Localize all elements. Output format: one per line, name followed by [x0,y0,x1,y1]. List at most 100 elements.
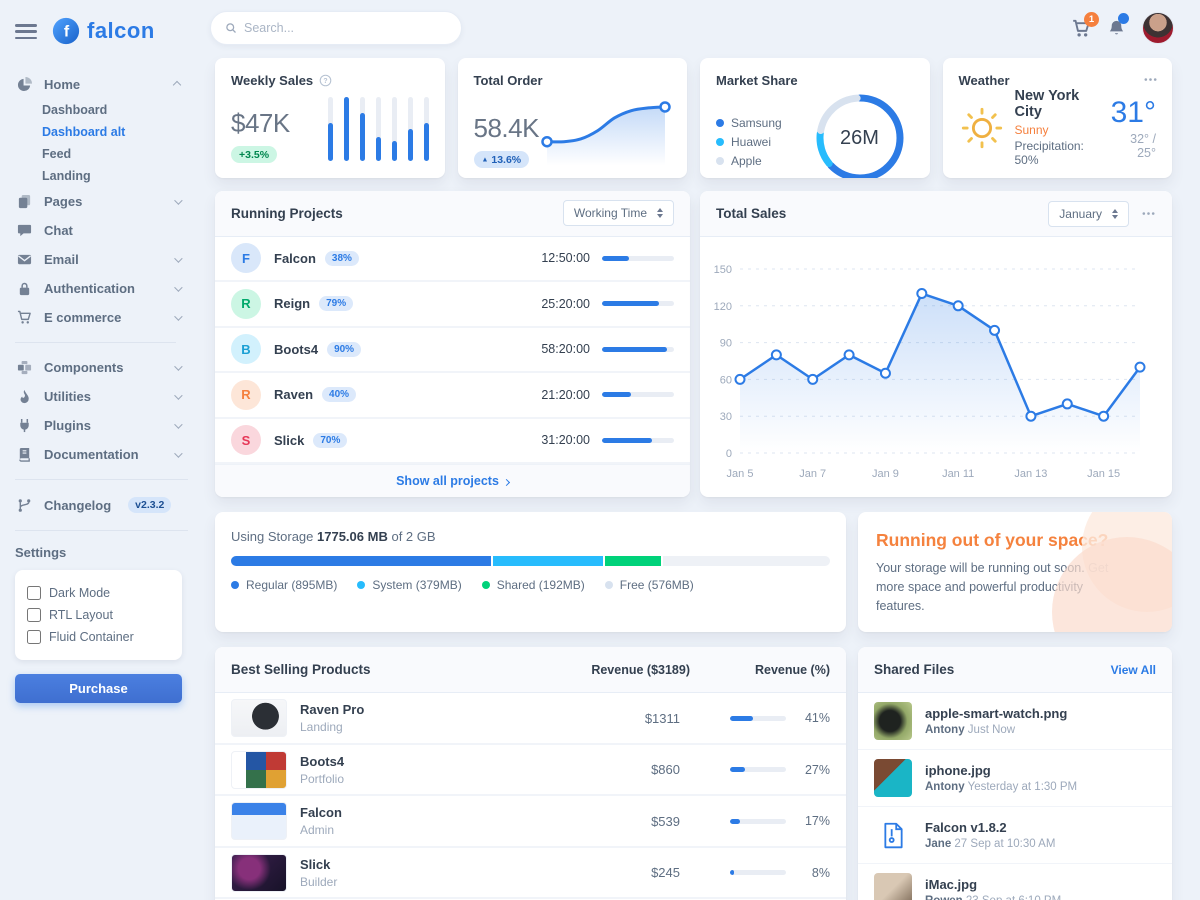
sidebar-item-authentication[interactable]: Authentication [15,274,188,303]
search-bar[interactable] [210,11,462,45]
sidebar-item-email[interactable]: Email [15,245,188,274]
running-projects-card: Running Projects Working Time FFalcon38%… [215,191,690,497]
envelope-icon [17,252,34,267]
sidebar-item-landing[interactable]: Landing [15,165,188,187]
product-category: Landing [300,720,364,734]
sidebar-item-utilities[interactable]: Utilities [15,382,188,411]
show-all-projects-link[interactable]: Show all projects [396,474,509,488]
month-select[interactable]: January [1048,201,1129,227]
file-name-link[interactable]: iMac.jpg [925,877,1061,892]
project-name-link[interactable]: Reign [274,296,310,311]
help-icon[interactable]: ? [319,74,332,87]
file-name-link[interactable]: Falcon v1.8.2 [925,820,1055,835]
product-name-link[interactable]: Falcon [300,805,342,820]
sidebar-item-e-commerce[interactable]: E commerce [15,303,188,332]
project-avatar: F [231,243,261,273]
file-name-link[interactable]: apple-smart-watch.png [925,706,1067,721]
sidebar-item-pages[interactable]: Pages [15,187,188,216]
project-time: 21:20:00 [541,388,590,402]
falcon-logo[interactable]: f falcon [51,16,155,46]
purchase-button[interactable]: Purchase [15,674,182,703]
file-text: iMac.jpgRowen 23 Sep at 6:10 PM [925,877,1061,900]
setting-option-label: Fluid Container [49,630,134,644]
project-avatar: R [231,289,261,319]
setting-option-fluid-container: Fluid Container [27,626,170,648]
market-share-title: Market Share [716,73,798,88]
file-name-link[interactable]: iphone.jpg [925,763,1077,778]
product-name-link[interactable]: Raven Pro [300,702,364,717]
total-sales-menu-button[interactable] [1141,206,1156,221]
product-row: Raven ProLanding$131141% [215,693,846,745]
sidebar-item-plugins[interactable]: Plugins [15,411,188,440]
market-share-donut-chart: 26M [812,90,908,178]
search-input[interactable] [244,21,447,35]
upgrade-storage-link[interactable]: Upgrade storage [876,631,985,632]
project-row: RRaven40%21:20:00 [215,373,690,419]
legend-dot [231,581,239,589]
product-progress-bar [730,819,786,824]
project-progress-fill [602,301,659,306]
weekly-sales-badge: +3.5% [231,146,277,163]
menu-toggle-icon[interactable] [15,23,37,39]
sidebar-item-feed[interactable]: Feed [15,143,188,165]
sidebar-item-dashboard[interactable]: Dashboard [15,99,188,121]
product-name-link[interactable]: Boots4 [300,754,344,769]
bar [328,97,333,161]
product-thumbnail [231,699,287,737]
weather-title: Weather [959,73,1010,88]
rtl-layout-checkbox[interactable] [27,608,41,622]
product-name-link[interactable]: Slick [300,857,337,872]
cart-button[interactable]: 1 [1072,19,1091,38]
user-avatar[interactable] [1142,12,1174,44]
notifications-button[interactable] [1107,19,1126,38]
project-row: FFalcon38%12:50:00 [215,237,690,283]
file-thumbnail [874,702,912,740]
working-time-select[interactable]: Working Time [563,200,674,226]
sidebar-item-home[interactable]: Home [15,70,188,99]
project-name-link[interactable]: Slick [274,433,304,448]
chart-pie-icon [17,77,34,92]
storage-legend-system: System (379MB) [357,578,461,592]
sidebar-item-label: E commerce [44,310,164,325]
svg-text:Jan 9: Jan 9 [872,468,899,480]
project-name-link[interactable]: Raven [274,387,313,402]
sidebar-item-chat[interactable]: Chat [15,216,188,245]
total-sales-title: Total Sales [716,206,786,221]
file-row: iMac.jpgRowen 23 Sep at 6:10 PM [858,864,1172,900]
shared-files-card: Shared Files View All apple-smart-watch.… [858,647,1172,900]
svg-text:90: 90 [720,338,732,350]
bar-fill [360,113,365,161]
dark-mode-checkbox[interactable] [27,586,41,600]
file-row: iphone.jpgAntony Yesterday at 1:30 PM [858,750,1172,807]
file-author: Rowen [925,895,963,900]
project-row: SSlick70%31:20:00 [215,419,690,465]
legend-item-apple: Apple [716,152,782,171]
svg-text:?: ? [324,78,328,85]
product-pct: 8% [798,866,830,880]
bar-fill [328,123,333,161]
product-price: $539 [584,814,680,829]
storage-segment-shared [605,556,661,566]
file-meta: Jane 27 Sep at 10:30 AM [925,838,1055,850]
weather-menu-button[interactable] [1143,72,1158,87]
project-name-link[interactable]: Boots4 [274,342,318,357]
sidebar-item-documentation[interactable]: Documentation [15,440,188,469]
fluid-container-checkbox[interactable] [27,630,41,644]
project-avatar: R [231,380,261,410]
svg-text:60: 60 [720,374,732,386]
falcon-logo-icon: f [51,16,81,46]
upgrade-space-card: Running out of your space? Your storage … [858,512,1172,632]
svg-text:Jan 11: Jan 11 [942,468,974,480]
svg-text:Jan 15: Jan 15 [1087,468,1120,480]
sidebar-item-components[interactable]: Components [15,353,188,382]
file-author: Antony [925,724,965,736]
legend-label: Regular (895MB) [246,578,337,592]
sidebar-item-label: Components [44,360,164,375]
falcon-logo-text: falcon [87,18,155,44]
sidebar-item-dashboard-alt[interactable]: Dashboard alt [15,121,188,143]
project-name-link[interactable]: Falcon [274,251,316,266]
sidebar-item-changelog[interactable]: Changelog v2.3.2 [15,490,200,520]
version-badge: v2.3.2 [128,497,171,513]
view-all-link[interactable]: View All [1111,663,1156,677]
storage-legend-regular: Regular (895MB) [231,578,337,592]
